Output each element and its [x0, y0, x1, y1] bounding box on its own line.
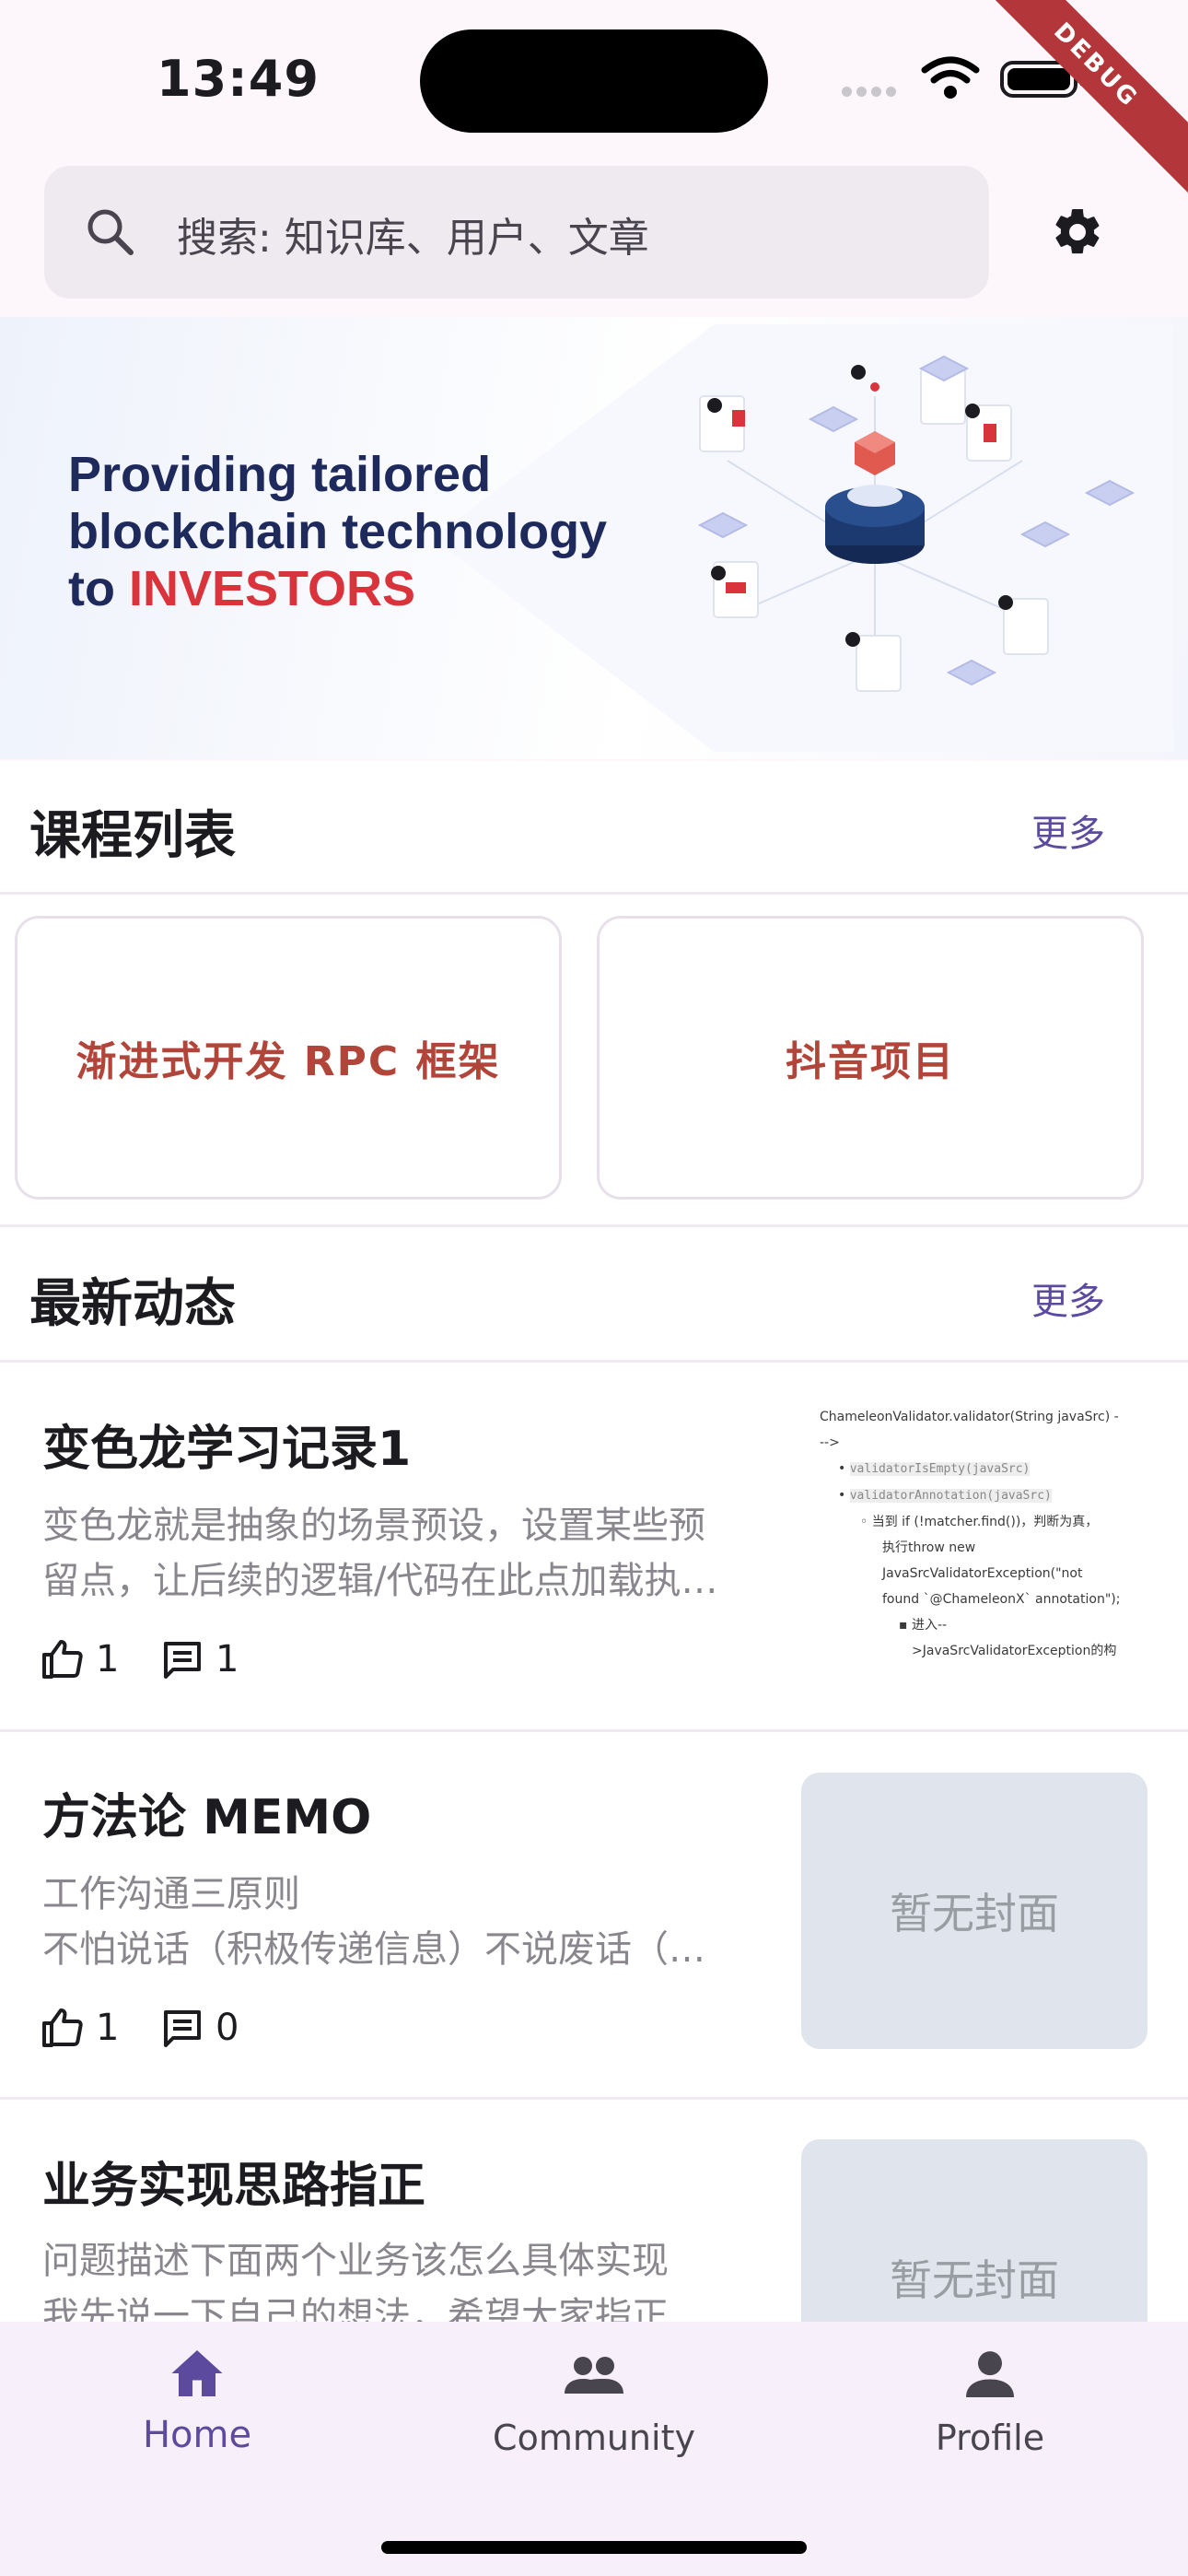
banner-line-2: blockchain technology [68, 504, 608, 559]
cover-placeholder-text: 暂无封面 [890, 1889, 1059, 1938]
nav-label-community: Community [493, 2418, 695, 2458]
thumb-up-icon[interactable] [41, 1638, 85, 1679]
like-count: 1 [96, 1638, 120, 1680]
courses-section-title: 课程列表 [29, 806, 236, 866]
nav-label-home: Home [142, 2414, 252, 2456]
like-count: 1 [96, 2007, 120, 2049]
home-indicator[interactable] [381, 2541, 807, 2554]
comment-count: 1 [215, 1638, 239, 1680]
status-time: 13:49 [157, 50, 320, 108]
nav-label-profile: Profile [935, 2418, 1045, 2458]
cover-text: --> [820, 1435, 840, 1450]
comment-icon[interactable] [162, 1640, 203, 1680]
post-excerpt-line: 工作沟通三原则 [42, 1873, 300, 1915]
nav-item-profile[interactable]: Profile [852, 2340, 1128, 2478]
post-cover-image[interactable]: ChameleonValidator.validator(String java… [820, 1404, 1151, 1680]
post-cover-placeholder[interactable]: 暂无封面 [801, 1773, 1147, 2049]
course-title: 渐进式开发 RPC 框架 [76, 1038, 501, 1085]
comment-icon[interactable] [162, 2008, 203, 2049]
cover-text: JavaSrcValidatorException("not [882, 1566, 1083, 1581]
post-excerpt-line: 留点，让后续的逻辑/代码在此点加载执… [42, 1560, 718, 1602]
feed-more-link[interactable]: 更多 [1031, 1271, 1105, 1325]
cover-text: • validatorIsEmpty(javaSrc) [838, 1461, 1031, 1476]
post-excerpt-line: 问题描述下面两个业务该怎么具体实现 [42, 2240, 669, 2282]
cover-text: found `@ChameleonX` annotation"); [882, 1592, 1121, 1607]
course-card-douyin[interactable]: 抖音项目 [597, 916, 1144, 1200]
course-title: 抖音项目 [786, 1038, 955, 1085]
banner-line-1: Providing tailored [68, 447, 492, 502]
post-title: 方法论 MEMO [42, 1790, 372, 1845]
people-icon [565, 2357, 623, 2394]
feed-section-title: 最新动态 [29, 1274, 236, 1334]
settings-gear-icon[interactable] [1050, 205, 1105, 260]
nav-item-community[interactable]: Community [456, 2340, 732, 2478]
post-excerpt-line: 不怕说话（积极传递信息）不说废话（… [42, 1928, 705, 1971]
post-title: 变色龙学习记录1 [42, 1422, 412, 1477]
course-card-rpc[interactable]: 渐进式开发 RPC 框架 [15, 916, 562, 1200]
person-icon [966, 2351, 1014, 2397]
cover-text: ChameleonValidator.validator(String java… [820, 1410, 1119, 1424]
blockchain-illustration [697, 355, 1136, 692]
nav-item-home[interactable]: Home [59, 2340, 335, 2478]
post-title: 业务实现思路指正 [42, 2159, 426, 2214]
search-icon [87, 209, 134, 255]
cover-text: 执行throw new [882, 1540, 976, 1555]
search-input[interactable]: 搜索: 知识库、用户、文章 [177, 205, 649, 263]
wifi-icon [921, 56, 980, 99]
home-icon [171, 2350, 223, 2396]
courses-more-link[interactable]: 更多 [1031, 803, 1105, 857]
cover-text: >JavaSrcValidatorException的构 [912, 1644, 1117, 1658]
cover-text: ▪ 进入-- [899, 1618, 948, 1633]
cover-text: ◦ 当到 if (!matcher.find())，判断为真， [860, 1515, 1099, 1529]
debug-ribbon: DEBUG [961, 0, 1188, 201]
cover-text: • validatorAnnotation(javaSrc) [838, 1488, 1052, 1503]
thumb-up-icon[interactable] [41, 2007, 85, 2047]
comment-count: 0 [215, 2007, 239, 2049]
post-excerpt-line: 变色龙就是抽象的场景预设，设置某些预 [42, 1505, 705, 1547]
dynamic-island [420, 29, 768, 133]
banner-line-3: to INVESTORS [68, 561, 416, 616]
cover-placeholder-text: 暂无封面 [890, 2255, 1059, 2305]
